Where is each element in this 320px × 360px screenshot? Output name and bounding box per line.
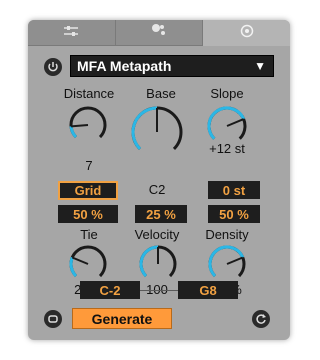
density-knob-arc: [208, 245, 245, 278]
tab-target[interactable]: [203, 20, 290, 46]
density-label: Density: [205, 227, 249, 242]
generate-button[interactable]: Generate: [72, 308, 172, 329]
refresh-icon[interactable]: [252, 310, 270, 328]
range-low-box[interactable]: C-2: [80, 281, 140, 299]
tie-knob-needle: [71, 256, 89, 265]
dots-icon: [151, 23, 167, 42]
device-panel: MFA Metapath ▼ Distance Base Slope 7 +12…: [28, 20, 290, 340]
slope-knob-arc: [207, 106, 246, 140]
velocity-knob-arc: [139, 245, 159, 278]
distance-knob-track: [69, 106, 107, 139]
slope-label: Slope: [210, 86, 244, 101]
distance-knob-arc: [69, 126, 78, 139]
base-knob[interactable]: [127, 104, 187, 160]
slope-knob-needle: [226, 118, 245, 127]
base-percent-box[interactable]: 25 %: [135, 205, 187, 223]
device-power-icon[interactable]: [44, 58, 62, 76]
slope-value: +12 st: [209, 141, 245, 156]
grid-button[interactable]: Grid: [58, 181, 118, 200]
generate-button-label: Generate: [91, 310, 153, 327]
device-selector[interactable]: MFA Metapath ▼: [70, 55, 274, 77]
base-knob-arc: [131, 106, 158, 151]
target-icon: [240, 24, 254, 43]
loop-icon[interactable]: [44, 310, 62, 328]
tie-label: Tie: [80, 227, 98, 242]
distance-value: 7: [85, 158, 93, 173]
base-value: C2: [148, 182, 166, 197]
tie-knob-track: [69, 245, 107, 278]
range-high-box[interactable]: G8: [178, 281, 238, 299]
chevron-down-icon: ▼: [254, 59, 266, 73]
tab-bar: [28, 20, 290, 46]
tab-sliders[interactable]: [28, 20, 116, 46]
density-knob-needle: [226, 256, 244, 265]
velocity-label: Velocity: [134, 227, 180, 242]
sliders-icon: [63, 24, 79, 42]
tie-knob-arc: [69, 256, 78, 278]
distance-knob[interactable]: [66, 104, 110, 148]
base-offset-box[interactable]: 0 st: [208, 181, 260, 199]
distance-label: Distance: [63, 86, 115, 101]
distance-knob-needle: [70, 124, 89, 128]
device-selector-label: MFA Metapath: [77, 58, 172, 74]
velocity-knob[interactable]: [136, 243, 180, 287]
base-label: Base: [146, 86, 176, 101]
distance-percent-box[interactable]: 50 %: [58, 205, 118, 223]
tab-dots[interactable]: [115, 20, 204, 46]
range-connector: [140, 290, 178, 291]
slope-percent-box[interactable]: 50 %: [208, 205, 260, 223]
grid-button-label: Grid: [74, 183, 102, 198]
